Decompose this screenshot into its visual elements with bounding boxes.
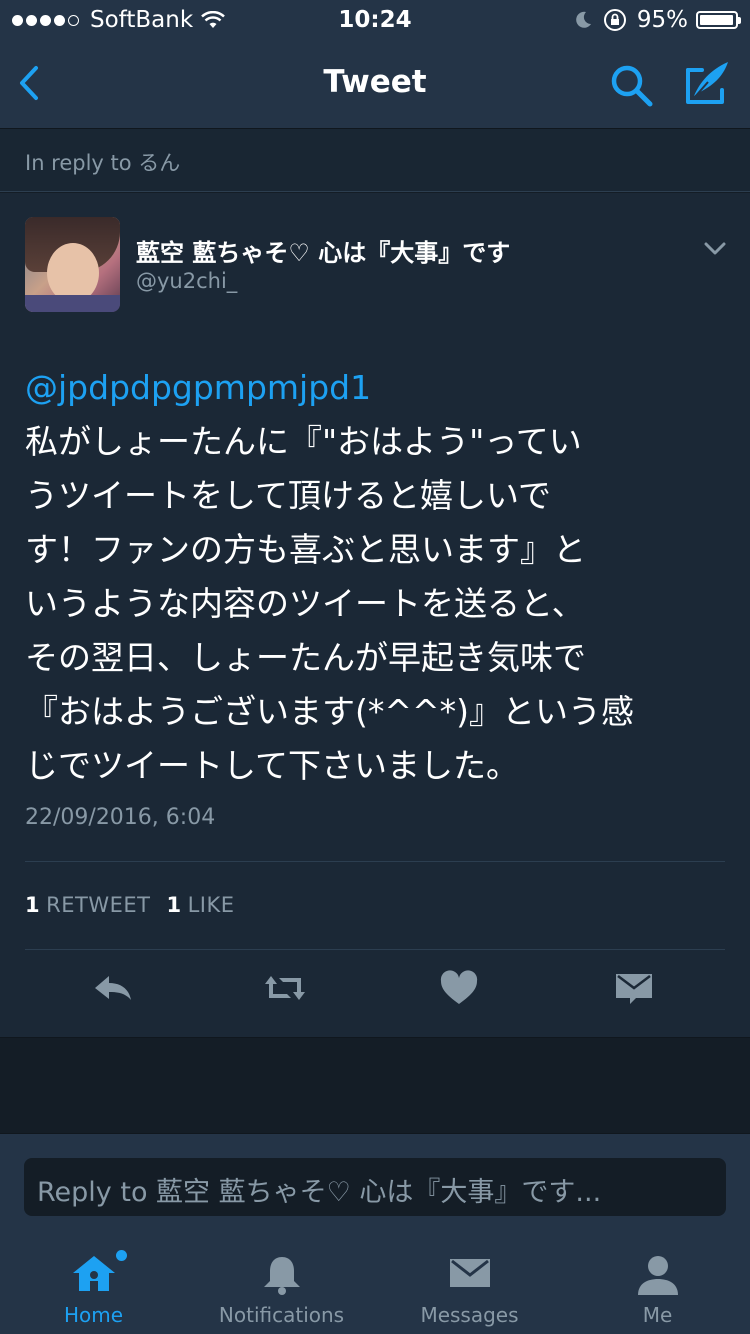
tab-home-label: Home — [63, 1303, 124, 1327]
tweet-stats: 1 RETWEET 1 LIKE — [25, 893, 251, 917]
compose-tweet-icon[interactable] — [682, 58, 732, 108]
divider — [25, 949, 725, 950]
search-icon[interactable] — [608, 62, 654, 108]
status-bar: SoftBank 10:24 95% — [0, 0, 750, 40]
battery-percent: 95% — [636, 7, 688, 33]
avatar[interactable] — [25, 217, 120, 312]
heart-icon[interactable] — [437, 968, 481, 1008]
home-icon — [73, 1256, 115, 1291]
retweet-count[interactable]: 1 RETWEET — [25, 893, 150, 917]
direct-message-icon[interactable] — [612, 968, 656, 1008]
tab-me-label: Me — [642, 1303, 673, 1327]
divider — [25, 861, 725, 862]
mention-link[interactable]: @jpdpdpgpmpmjpd1 — [25, 361, 725, 415]
tab-messages-label: Messages — [420, 1303, 519, 1327]
screen: SoftBank 10:24 95% Tweet In reply to るん … — [0, 0, 750, 1334]
status-right: 95% — [563, 7, 741, 33]
tweet-timestamp: 22/09/2016, 6:04 — [25, 805, 216, 830]
tab-messages[interactable]: Messages — [376, 1233, 563, 1334]
person-icon — [638, 1256, 678, 1295]
in-reply-to-banner[interactable]: In reply to るん — [0, 129, 750, 192]
tab-notifications[interactable]: Notifications — [188, 1233, 375, 1334]
tab-home[interactable]: Home — [0, 1233, 187, 1334]
like-count[interactable]: 1 LIKE — [166, 893, 234, 917]
tweet-actions — [0, 968, 750, 1018]
home-notification-dot — [116, 1250, 127, 1261]
author-handle[interactable]: @yu2chi_ — [136, 269, 237, 293]
envelope-icon — [450, 1259, 490, 1287]
reply-icon[interactable] — [91, 968, 135, 1008]
reply-bar: Reply to 藍空 藍ちゃそ♡ 心は『大事』です... — [0, 1133, 750, 1234]
tab-bar: Home Notifications Messages Me — [0, 1233, 750, 1334]
author-display-name[interactable]: 藍空 藍ちゃそ♡ 心は『大事』です — [136, 233, 510, 268]
retweet-icon[interactable] — [263, 968, 307, 1008]
nav-bar: Tweet — [0, 40, 750, 129]
tab-notifications-label: Notifications — [218, 1303, 345, 1327]
tweet-text: 私がしょーたんに『"おはよう"ってい うツイートをして頂けると嬉しいで す！ファ… — [25, 422, 635, 785]
chevron-down-icon[interactable] — [703, 241, 727, 257]
tab-me[interactable]: Me — [564, 1233, 750, 1334]
battery-icon — [696, 11, 741, 29]
tweet-detail: 藍空 藍ちゃそ♡ 心は『大事』です @yu2chi_ @jpdpdpgpmpmj… — [0, 193, 750, 1038]
tweet-body: @jpdpdpgpmpmjpd1 私がしょーたんに『"おはよう"ってい うツイー… — [25, 361, 725, 793]
reply-input[interactable]: Reply to 藍空 藍ちゃそ♡ 心は『大事』です... — [24, 1158, 726, 1216]
moon-icon — [576, 11, 591, 28]
bell-icon — [264, 1257, 300, 1295]
rotation-lock-icon — [603, 9, 626, 31]
